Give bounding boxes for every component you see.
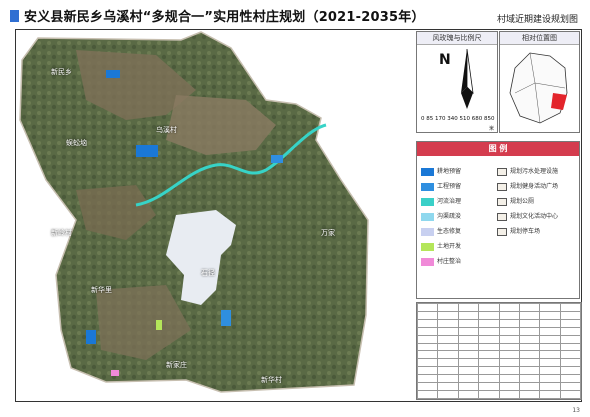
legend-box: 图 例 耕地预留 工程预留 河流治理 沟渠疏浚 生态修复 土地开发 村庄整治 规… bbox=[416, 141, 580, 299]
culture-center-icon bbox=[497, 212, 507, 221]
project-block bbox=[221, 310, 231, 326]
place-label: 新家庄 bbox=[166, 361, 187, 369]
legend-item: 土地开发 bbox=[421, 242, 461, 252]
project-table-grid bbox=[416, 303, 582, 400]
project-block bbox=[136, 145, 158, 157]
north-arrow-icon bbox=[461, 48, 474, 109]
locator-map bbox=[509, 52, 568, 124]
legend-item: 村庄整治 bbox=[421, 257, 461, 267]
legend-symbol: 规划停车场 bbox=[497, 227, 540, 237]
title-accent-mark bbox=[10, 10, 19, 22]
toilet-icon bbox=[497, 197, 507, 206]
legend-symbol: 规划公厕 bbox=[497, 197, 534, 207]
legend-swatch bbox=[421, 197, 434, 206]
locator-header: 相对位置图 bbox=[500, 32, 579, 45]
place-label: 新民乡 bbox=[51, 68, 72, 76]
locator-highlight bbox=[551, 93, 567, 110]
project-table bbox=[416, 302, 582, 400]
locator-box: 相对位置图 bbox=[499, 31, 580, 133]
legend-item: 河流治理 bbox=[421, 197, 461, 207]
main-map[interactable]: 新民乡 蜈蚣垴 乌溪村 万家 新华村 新岭村 石径 新家庄 新华里 bbox=[16, 30, 413, 401]
place-label: 万家 bbox=[321, 229, 335, 237]
parking-icon bbox=[497, 227, 507, 236]
facility-icon bbox=[497, 167, 507, 176]
scale-unit: 米 bbox=[489, 126, 495, 132]
legend-symbol: 规划文化活动中心 bbox=[497, 212, 558, 222]
legend-swatch bbox=[421, 167, 434, 176]
legend-title: 图 例 bbox=[417, 142, 579, 156]
compass-scale-box: 风玫瑰与比例尺 N 0 85 170 340 510 680 850 米 bbox=[416, 31, 498, 133]
project-block bbox=[271, 155, 283, 163]
plaza-icon bbox=[497, 182, 507, 191]
legend-swatch bbox=[421, 212, 434, 221]
place-label: 蜈蚣垴 bbox=[66, 139, 87, 147]
place-label: 石径 bbox=[201, 269, 215, 277]
legend-item: 工程预留 bbox=[421, 182, 461, 192]
scale-ticks: 0 85 170 340 510 680 850 bbox=[421, 116, 495, 122]
project-block bbox=[106, 70, 120, 78]
project-block bbox=[86, 330, 96, 344]
project-block bbox=[111, 370, 119, 376]
legend-symbol: 规划健身活动广场 bbox=[497, 182, 558, 192]
legend-swatch bbox=[421, 227, 434, 236]
legend-item: 沟渠疏浚 bbox=[421, 212, 461, 222]
right-panel: 风玫瑰与比例尺 N 0 85 170 340 510 680 850 米 相对位… bbox=[415, 31, 582, 400]
village-boundary bbox=[19, 31, 369, 393]
place-label: 新华里 bbox=[91, 286, 112, 294]
legend-swatch bbox=[421, 182, 434, 191]
title-bar: 安义县新民乡乌溪村“多规合一”实用性村庄规划（2021-2035年） 村域近期建… bbox=[0, 0, 590, 30]
map-subtitle: 村域近期建设规划图 bbox=[496, 15, 578, 25]
project-block bbox=[156, 320, 162, 330]
legend-item: 生态修复 bbox=[421, 227, 461, 237]
place-label: 新华村 bbox=[261, 376, 282, 384]
page-number: 13 bbox=[572, 407, 580, 414]
legend-item: 耕地预留 bbox=[421, 167, 461, 177]
legend-swatch bbox=[421, 257, 434, 266]
place-label: 乌溪村 bbox=[156, 126, 177, 134]
place-label: 新岭村 bbox=[51, 229, 72, 237]
village-map-svg bbox=[19, 31, 369, 393]
legend-swatch bbox=[421, 242, 434, 251]
page-title: 安义县新民乡乌溪村“多规合一”实用性村庄规划（2021-2035年） bbox=[24, 10, 425, 25]
legend-symbol: 规划污水处理设施 bbox=[497, 167, 558, 177]
compass-header: 风玫瑰与比例尺 bbox=[417, 32, 497, 45]
